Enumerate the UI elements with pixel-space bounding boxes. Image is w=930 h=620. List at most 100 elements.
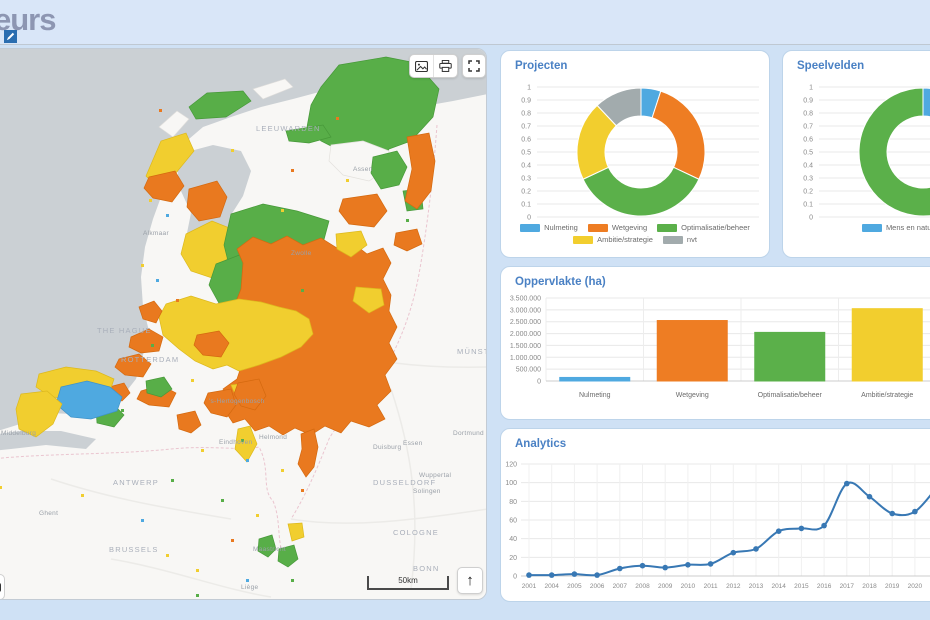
data-point-2017[interactable] [844,481,850,487]
map-marker[interactable] [381,319,384,322]
map-toolbar [409,54,458,78]
map-marker[interactable] [256,514,259,517]
map-panel[interactable]: LEEUWARDENAssenAlkmaarZwolleTHE HAGUEROT… [0,48,487,600]
bar-Optimalisatie/beheer[interactable] [755,332,825,381]
map-marker[interactable] [149,199,152,202]
map-marker[interactable] [141,519,144,522]
map-marker[interactable] [191,379,194,382]
donut-slice-Wetgeving[interactable] [652,91,705,179]
data-point-2011[interactable] [708,561,714,567]
map-marker[interactable] [291,169,294,172]
axis-tick-label: 0.1 [803,202,813,209]
data-point-2006[interactable] [594,572,600,578]
year-label: 2001 [522,583,537,590]
attribution-icon [0,583,1,592]
legend-label: Nulmeting [544,223,578,232]
export-image-button[interactable] [410,55,433,77]
map-marker[interactable] [346,179,349,182]
data-point-2020[interactable] [912,509,918,515]
map-marker[interactable] [176,299,179,302]
bar-Wetgeving[interactable] [657,321,727,381]
data-point-2018[interactable] [867,494,873,500]
axis-tick-label: 0.8 [803,111,813,118]
map-marker[interactable] [406,219,409,222]
map-marker[interactable] [0,486,2,489]
map-marker[interactable] [336,117,339,120]
map-city-label: Middelburg [1,430,36,437]
attribution-button[interactable] [0,574,5,600]
data-point-2019[interactable] [889,511,895,517]
legend-label: nvt [687,235,697,244]
axis-tick-label: 0 [537,379,541,386]
map-marker[interactable] [281,209,284,212]
legend-item[interactable]: nvt [663,235,697,244]
map-marker[interactable] [246,459,249,462]
data-point-2010[interactable] [685,562,691,568]
map-marker[interactable] [196,594,199,597]
map-marker[interactable] [196,569,199,572]
data-point-2009[interactable] [662,565,668,571]
map-marker[interactable] [231,149,234,152]
legend-item[interactable]: Optimalisatie/beheer [657,223,750,232]
map-marker[interactable] [166,214,169,217]
legend-label: Mens en natuur [886,223,930,232]
donut-slice-Mens en natuur[interactable] [923,88,930,117]
map-marker[interactable] [361,299,364,302]
map-marker[interactable] [166,554,169,557]
map-marker[interactable] [159,109,162,112]
map-marker[interactable] [156,279,159,282]
pencil-icon [4,30,17,43]
donut-slice-Optimalisatie/beheer[interactable] [583,167,699,216]
bar-Nulmeting[interactable] [560,377,630,381]
map-marker[interactable] [221,499,224,502]
map-marker[interactable] [151,344,154,347]
legend-item[interactable]: Wetgeving [588,223,647,232]
data-point-2014[interactable] [776,528,782,534]
data-point-2013[interactable] [753,546,759,552]
map-marker[interactable] [291,579,294,582]
data-point-2007[interactable] [617,566,623,572]
bar-Ambitie/strategie[interactable] [852,309,922,381]
data-point-2001[interactable] [526,572,532,578]
axis-tick-label: 0.8 [521,111,531,118]
data-point-2016[interactable] [821,523,827,529]
data-point-2008[interactable] [640,563,646,569]
map-marker[interactable] [231,539,234,542]
map-marker[interactable] [216,394,219,397]
north-arrow-button[interactable]: ↑ [457,567,483,594]
map-marker[interactable] [171,479,174,482]
map-marker[interactable] [201,449,204,452]
year-label: 2019 [885,583,900,590]
speelvelden-donut-chart: 10.90.80.70.60.50.40.30.20.10Mens en nat… [783,51,930,257]
data-point-2012[interactable] [731,550,737,556]
map-city-label: Maastricht [253,546,286,553]
map-marker[interactable] [221,199,224,202]
card-analytics: Analytics 120100806040200200120042005200… [500,428,930,602]
axis-tick-label: 120 [505,462,517,469]
year-label: 2010 [681,583,696,590]
data-point-2004[interactable] [549,572,555,578]
map-marker[interactable] [81,494,84,497]
legend-item[interactable]: Ambitie/strategie [573,235,653,244]
map-marker[interactable] [281,469,284,472]
map-marker[interactable] [246,579,249,582]
netherlands-map[interactable]: LEEUWARDENAssenAlkmaarZwolleTHE HAGUEROT… [0,49,487,600]
map-marker[interactable] [121,409,124,412]
year-label: 2008 [635,583,650,590]
map-city-label: ROTTERDAM [121,355,179,364]
map-marker[interactable] [141,264,144,267]
legend-item[interactable]: Mens en natuur [862,223,930,232]
legend-item[interactable]: Nulmeting [520,223,578,232]
category-label: Nulmeting [579,392,611,399]
map-marker[interactable] [301,489,304,492]
data-point-2005[interactable] [572,571,578,577]
axis-tick-label: 2.500.000 [510,319,541,326]
legend-label: Optimalisatie/beheer [681,223,750,232]
map-city-label: BONN [413,564,439,573]
map-marker[interactable] [301,289,304,292]
fullscreen-button[interactable] [462,54,486,78]
map-marker[interactable] [351,214,354,217]
print-button[interactable] [433,55,457,77]
data-point-2015[interactable] [799,526,805,532]
year-label: 2011 [704,583,718,590]
